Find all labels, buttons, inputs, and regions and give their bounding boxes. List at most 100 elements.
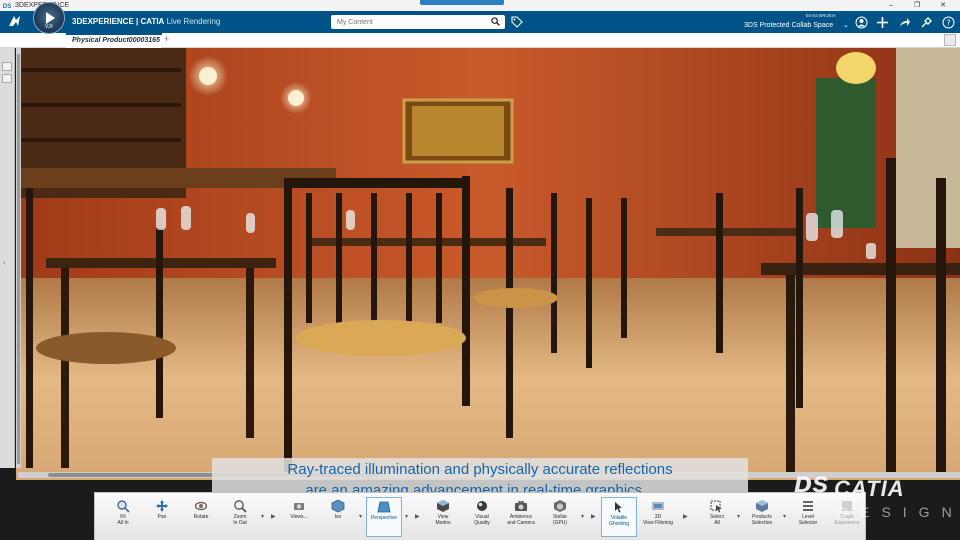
- tooltip-indicator: [420, 0, 504, 5]
- rotate-icon: [194, 501, 208, 511]
- filter-icon: [652, 502, 664, 510]
- brand-prefix: 3DEXPERIENCE | CATIA: [72, 17, 165, 26]
- views-icon: [294, 503, 304, 510]
- ds-watermark-icon: ᴅs: [794, 466, 829, 499]
- select-all-button[interactable]: Select All: [699, 497, 735, 537]
- ds-brand-icon[interactable]: [7, 14, 25, 31]
- chevron-down-icon[interactable]: ▾: [737, 513, 740, 520]
- stellar-gpu-button[interactable]: Stellar (GPU): [542, 497, 578, 537]
- tag-icon[interactable]: [511, 16, 523, 28]
- chevron-down-icon[interactable]: ▾: [405, 513, 408, 520]
- select-all-icon: [710, 500, 722, 513]
- tab-bar: Physical Product00003165 +: [0, 33, 960, 48]
- caption-line-1: Ray-traced illumination and physically a…: [287, 461, 673, 478]
- os-title-bar: ᴅs 3DEXPERIENCE – ❐ ✕: [0, 0, 960, 11]
- ds-logo-icon: ᴅs: [2, 0, 12, 10]
- tool-label: Volatile Ghosting: [608, 515, 629, 527]
- tool-label: Level Selector: [798, 514, 818, 526]
- rendered-scene: [16, 48, 960, 480]
- chevron-down-icon[interactable]: ▾: [783, 513, 786, 520]
- tool-label: Visual Quality: [474, 514, 490, 526]
- play-icon: [46, 12, 55, 24]
- collab-space-selector[interactable]: 3DS Protected Collab Space: [744, 22, 833, 29]
- iso-button[interactable]: Iso: [320, 497, 356, 537]
- tool-label: Pan: [157, 514, 167, 520]
- compass-widget[interactable]: V,R: [33, 2, 65, 34]
- tool-label: 3D View Filtering: [643, 514, 673, 526]
- add-tab-button[interactable]: +: [164, 34, 169, 44]
- user-icon[interactable]: [855, 16, 868, 29]
- chevron-down-icon[interactable]: ▾: [581, 513, 584, 520]
- fit-all-in-button[interactable]: Fit All In: [105, 497, 141, 537]
- window-controls: – ❐ ✕: [878, 0, 956, 11]
- tool-label: Zoom In Out: [233, 514, 247, 526]
- views-button[interactable]: Views...: [281, 497, 317, 537]
- pan-button[interactable]: Pan: [144, 497, 180, 537]
- action-bar: Fit All In Pan Rotate Zoom In Out ▾ ▶ View…: [94, 492, 866, 540]
- fit-all-icon: [117, 500, 130, 513]
- chevron-down-icon[interactable]: ▾: [261, 513, 264, 520]
- tab-physical-product[interactable]: Physical Product00003165: [66, 33, 162, 48]
- share-icon[interactable]: [898, 16, 911, 29]
- zoom-in-out-button[interactable]: Zoom In Out: [222, 497, 258, 537]
- ghosting-icon: [615, 502, 622, 513]
- chevron-right-icon[interactable]: ▶: [591, 513, 596, 520]
- visual-quality-icon: [477, 501, 487, 511]
- view-modes-button[interactable]: View Modes: [425, 497, 461, 537]
- tools-icon[interactable]: [920, 16, 933, 29]
- tool-label: Views...: [290, 514, 308, 520]
- ambience-icon: [515, 501, 527, 511]
- level-selector-icon: [803, 501, 813, 511]
- restore-button[interactable]: ❐: [904, 0, 930, 11]
- tool-label: Fit All In: [117, 514, 129, 526]
- fullscreen-icon[interactable]: [944, 34, 956, 46]
- view-modes-icon: [437, 500, 449, 512]
- help-icon[interactable]: ?: [942, 16, 955, 29]
- perspective-icon: [377, 501, 391, 513]
- tool-label: Iso: [334, 514, 342, 520]
- chevron-right-icon[interactable]: ▶: [415, 513, 420, 520]
- chevron-down-icon[interactable]: ▾: [359, 513, 362, 520]
- volatile-ghosting-button[interactable]: Volatile Ghosting: [601, 497, 637, 537]
- user-name: Emna BRUEIA: [806, 13, 836, 18]
- level-selector-button[interactable]: Level Selector: [790, 497, 826, 537]
- app-header: 3DEXPERIENCE | CATIA Live Rendering Emna…: [0, 11, 960, 33]
- zoom-icon: [234, 500, 247, 513]
- tool-label: Stellar (GPU): [552, 514, 568, 526]
- catia-watermark-sub: DESIGN: [838, 504, 960, 520]
- search-icon[interactable]: [491, 17, 500, 26]
- panel-toggle-button[interactable]: [2, 74, 12, 83]
- tool-label: View Modes: [435, 514, 451, 526]
- search-input[interactable]: [337, 15, 487, 29]
- 3d-view-filtering-button[interactable]: 3D View Filtering: [640, 497, 676, 537]
- catia-watermark: CATIA: [834, 476, 905, 501]
- close-button[interactable]: ✕: [930, 0, 956, 11]
- chevron-down-icon[interactable]: ⌄: [843, 21, 849, 29]
- tool-label: Perspective: [370, 515, 398, 521]
- search-box: [331, 15, 505, 29]
- pan-icon: [156, 500, 168, 512]
- rotate-button[interactable]: Rotate: [183, 497, 219, 537]
- app-brand: 3DEXPERIENCE | CATIA Live Rendering: [72, 17, 220, 26]
- 3d-viewport[interactable]: [16, 48, 960, 480]
- scroll-thumb[interactable]: [17, 54, 20, 464]
- minimize-button[interactable]: –: [878, 0, 904, 11]
- svg-text:?: ?: [946, 19, 950, 28]
- tree-toggle-button[interactable]: [2, 62, 12, 71]
- vertical-scrollbar[interactable]: [16, 48, 21, 468]
- chevron-right-icon[interactable]: ▶: [271, 513, 276, 520]
- chevron-left-icon[interactable]: ‹: [3, 258, 6, 267]
- products-selection-button[interactable]: Products Selection: [744, 497, 780, 537]
- visual-quality-button[interactable]: Visual Quality: [464, 497, 500, 537]
- stellar-icon: [554, 500, 566, 512]
- ambience-and-camera-button[interactable]: Ambience and Camera: [503, 497, 539, 537]
- tool-label: Products Selection: [751, 514, 773, 526]
- iso-icon: [331, 499, 345, 513]
- perspective-button[interactable]: Perspective: [366, 497, 402, 537]
- add-icon[interactable]: [876, 16, 889, 29]
- chevron-right-icon[interactable]: ▶: [683, 513, 688, 520]
- tool-label: Ambience and Camera: [507, 514, 535, 526]
- tool-label: Rotate: [193, 514, 209, 520]
- compass-label: V,R: [45, 24, 53, 30]
- products-selection-icon: [756, 500, 768, 512]
